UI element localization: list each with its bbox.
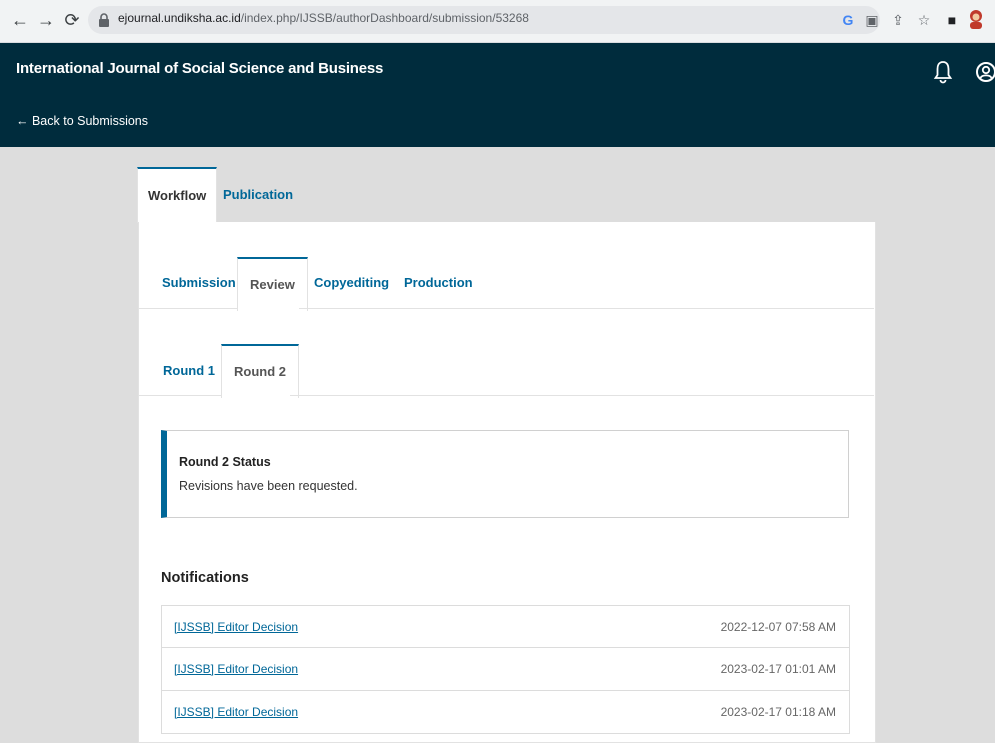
round-status-title: Round 2 Status bbox=[179, 455, 271, 469]
browser-toolbar: ← → ⟳ ejournal.undiksha.ac.id/index.php/… bbox=[0, 0, 995, 43]
notification-link[interactable]: [IJSSB] Editor Decision bbox=[174, 705, 298, 719]
url-text: ejournal.undiksha.ac.id/index.php/IJSSB/… bbox=[118, 11, 529, 25]
tab-publication[interactable]: Publication bbox=[223, 168, 293, 222]
notification-link[interactable]: [IJSSB] Editor Decision bbox=[174, 620, 298, 634]
lock-icon bbox=[99, 13, 109, 27]
round-tab-2[interactable]: Round 2 bbox=[221, 344, 299, 398]
google-icon[interactable]: G bbox=[838, 9, 858, 31]
stage-tabs-divider-right bbox=[299, 308, 874, 309]
round-tabs-divider-right bbox=[290, 395, 874, 396]
stage-tab-submission[interactable]: Submission bbox=[162, 258, 236, 308]
notification-date: 2022-12-07 07:58 AM bbox=[720, 620, 836, 634]
reload-icon[interactable]: ⟳ bbox=[60, 8, 84, 32]
profile-avatar-icon[interactable] bbox=[966, 9, 986, 31]
user-account-icon[interactable] bbox=[975, 60, 995, 84]
stage-tab-review[interactable]: Review bbox=[237, 257, 308, 311]
round-status-text: Revisions have been requested. bbox=[179, 479, 358, 493]
back-to-submissions-link[interactable]: ← Back to Submissions bbox=[16, 114, 148, 128]
round-tabs-divider bbox=[139, 395, 221, 396]
bookmark-star-icon[interactable]: ☆ bbox=[914, 9, 934, 31]
notification-row: [IJSSB] Editor Decision 2023-02-17 01:01… bbox=[161, 648, 850, 691]
notifications-list: [IJSSB] Editor Decision 2022-12-07 07:58… bbox=[161, 605, 850, 734]
window-icon[interactable]: ■ bbox=[942, 9, 962, 31]
tab-workflow[interactable]: Workflow bbox=[137, 167, 218, 223]
stage-tab-production[interactable]: Production bbox=[404, 258, 473, 308]
notifications-heading: Notifications bbox=[161, 570, 249, 586]
site-header: International Journal of Social Science … bbox=[0, 43, 995, 147]
notification-row: [IJSSB] Editor Decision 2023-02-17 01:18… bbox=[161, 691, 850, 734]
notification-date: 2023-02-17 01:01 AM bbox=[720, 662, 836, 676]
round-status-box: Round 2 Status Revisions have been reque… bbox=[161, 430, 849, 518]
stage-tab-copyediting[interactable]: Copyediting bbox=[314, 258, 389, 308]
notification-link[interactable]: [IJSSB] Editor Decision bbox=[174, 662, 298, 676]
forward-arrow-icon[interactable]: → bbox=[34, 8, 58, 32]
round-tab-1[interactable]: Round 1 bbox=[163, 346, 215, 396]
address-bar[interactable]: ejournal.undiksha.ac.id/index.php/IJSSB/… bbox=[88, 6, 880, 34]
notification-date: 2023-02-17 01:18 AM bbox=[720, 705, 836, 719]
notification-row: [IJSSB] Editor Decision 2022-12-07 07:58… bbox=[161, 605, 850, 648]
stage-tabs-divider bbox=[139, 308, 237, 309]
journal-title[interactable]: International Journal of Social Science … bbox=[16, 60, 383, 77]
share-icon[interactable]: ⇪ bbox=[888, 9, 908, 31]
bell-icon[interactable] bbox=[933, 60, 953, 84]
back-arrow-icon[interactable]: ← bbox=[8, 8, 32, 32]
translate-icon[interactable]: ▣ bbox=[862, 9, 882, 31]
